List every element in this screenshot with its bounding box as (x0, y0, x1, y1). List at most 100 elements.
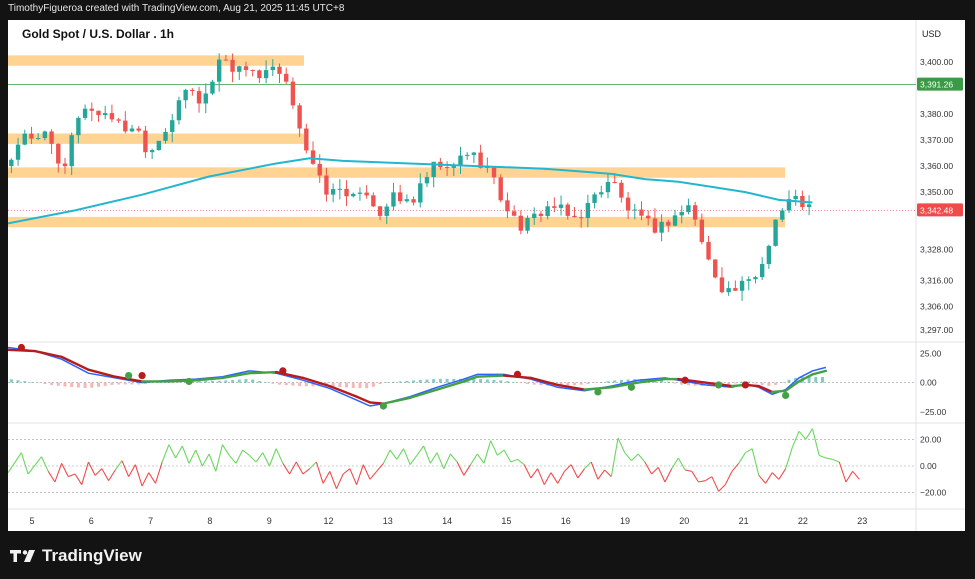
time-tick-label: 9 (267, 516, 272, 526)
oscillator-segment (778, 468, 787, 480)
oscillator-segment (248, 454, 257, 463)
candle-body (699, 219, 705, 243)
oscillator-segment (262, 452, 270, 467)
histogram-bar (432, 379, 436, 383)
oscillator-segment (128, 464, 136, 477)
oscillator-segment (832, 458, 840, 463)
cross-up-dot (627, 383, 636, 391)
candle-body (418, 183, 423, 203)
price-tick-label: 3,316.00 (920, 276, 953, 286)
candle-body (632, 209, 637, 211)
histogram-bar (23, 381, 27, 383)
candle-body (9, 159, 14, 167)
candle-body (746, 279, 751, 281)
oscillator-segment (724, 471, 733, 485)
histogram-bar (210, 380, 214, 383)
indicator-panes (6, 343, 916, 493)
histogram-bar (204, 380, 208, 383)
oscillator-segment (81, 461, 89, 485)
cross-down-dot (279, 367, 287, 375)
cross-down-dot (138, 371, 146, 380)
oscillator-segment (181, 445, 190, 464)
oscillator-segment (818, 454, 827, 459)
histogram-bar (505, 381, 509, 383)
oscillator-tick-label: 0.00 (920, 461, 937, 471)
histogram-bar (579, 382, 583, 385)
candle-body (498, 177, 503, 201)
histogram-bar (123, 382, 127, 385)
candle-body (156, 140, 162, 151)
chart-panel[interactable]: 3,400.00 3,380.00 3,370.00 3,360.00 3,350.00… (6, 20, 965, 531)
histogram-bar (76, 382, 80, 388)
oscillator-segment (429, 452, 438, 464)
candle-body (123, 120, 128, 132)
oscillator-segment (396, 448, 404, 460)
oscillator-segment (644, 461, 653, 475)
oscillator-segment (490, 440, 498, 456)
candle-body (505, 200, 510, 212)
candle-body (270, 66, 275, 71)
chart-canvas[interactable]: 3,400.00 3,380.00 3,370.00 3,360.00 3,350.00… (6, 20, 965, 531)
histogram-bar (673, 382, 677, 384)
candle-body (471, 152, 477, 155)
oscillator-segment (108, 469, 116, 481)
oscillator-segment (845, 471, 854, 483)
oscillator-segment (631, 453, 639, 462)
oscillator-segment (617, 437, 626, 453)
time-tick-label: 12 (323, 516, 333, 526)
oscillator-segment (476, 453, 485, 464)
candle-body (263, 70, 269, 79)
histogram-bar (97, 382, 100, 387)
oscillator-segment (483, 440, 492, 464)
oscillator-segment (222, 444, 230, 456)
attribution-text: TimothyFigueroa created with TradingView… (8, 3, 345, 14)
histogram-bar (566, 382, 570, 386)
price-tick-label: 3,328.00 (920, 244, 953, 254)
oscillator-segment (637, 453, 646, 463)
oscillator-segment (530, 468, 539, 479)
histogram-bar (244, 379, 248, 383)
candle-body (780, 210, 785, 220)
oscillator-segment (282, 463, 291, 475)
candle-body (377, 206, 383, 216)
cross-up-dot (782, 391, 790, 400)
histogram-bar (345, 382, 349, 388)
oscillator-segment (7, 452, 22, 473)
candle-body (96, 110, 101, 116)
slow-line-segment (409, 388, 439, 399)
oscillator-segment (677, 457, 686, 471)
candle-body (149, 150, 155, 153)
candle-body (237, 66, 242, 72)
time-tick-label: 6 (89, 516, 94, 526)
candle-body (337, 188, 343, 190)
oscillator-segment (758, 474, 766, 484)
histogram-bar (814, 376, 818, 383)
candle-body (444, 167, 450, 169)
histogram-bar (117, 382, 121, 385)
candle-body (310, 150, 316, 164)
oscillator-segment (838, 461, 847, 483)
histogram-bar (733, 382, 737, 384)
slow-line-segment (248, 370, 278, 375)
candle-body (404, 199, 410, 202)
time-tick-label: 5 (29, 516, 34, 526)
cross-up-dot (125, 371, 133, 380)
histogram-bar (284, 382, 288, 386)
cross-down-dot (17, 343, 26, 352)
candle-body (552, 206, 557, 208)
level-tag-label: 3,391.26 (920, 80, 953, 90)
tradingview-logo-icon (10, 550, 35, 562)
histogram-bar (358, 382, 362, 389)
histogram-bar (217, 380, 221, 383)
candle-body (639, 209, 644, 216)
time-tick-label: 21 (739, 516, 749, 526)
candle-body (565, 204, 570, 216)
candle-body (646, 215, 651, 219)
cross-up-dot (379, 402, 388, 410)
candle-body (585, 202, 591, 219)
histogram-bar (666, 381, 670, 383)
candle-body (619, 182, 624, 198)
candle-body (56, 143, 61, 164)
histogram-bar (90, 382, 94, 388)
cross-down-dot (513, 370, 522, 378)
